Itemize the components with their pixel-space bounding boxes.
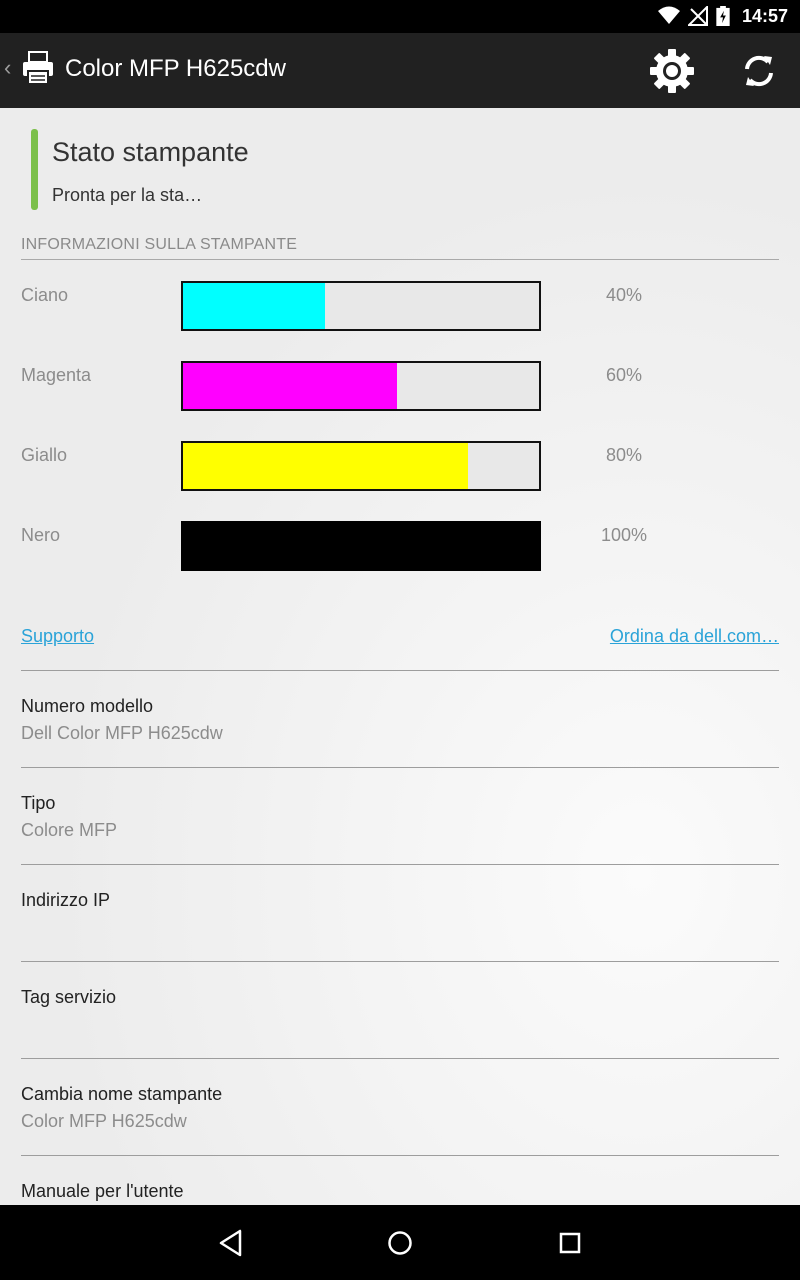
status-title: Stato stampante xyxy=(52,137,249,167)
info-value: Colore MFP xyxy=(21,820,118,840)
app-title: Color MFP H625cdw xyxy=(65,55,286,82)
printer-icon[interactable] xyxy=(22,51,54,85)
info-label: Tipo xyxy=(21,793,56,813)
ip-address-item[interactable]: Indirizzo IP xyxy=(21,890,779,917)
system-nav-bar xyxy=(0,1205,800,1280)
toner-fill-black xyxy=(183,523,539,569)
toner-label: Giallo xyxy=(21,445,68,465)
gear-icon[interactable] xyxy=(646,45,698,97)
status-value: Pronta per la sta… xyxy=(52,185,203,205)
toner-label: Nero xyxy=(21,525,61,545)
toner-percent: 40% xyxy=(605,285,643,305)
up-chevron-icon[interactable]: ‹ xyxy=(4,55,11,81)
order-supplies-link[interactable]: Ordina da dell.com… xyxy=(610,626,779,647)
action-bar: ‹ Color MFP H625cdw xyxy=(0,33,800,108)
model-number-item[interactable]: Numero modello Dell Color MFP H625cdw xyxy=(21,696,779,744)
service-tag-item[interactable]: Tag servizio xyxy=(21,987,779,1014)
divider xyxy=(21,961,779,962)
toner-fill-magenta xyxy=(183,363,397,409)
section-header: INFORMAZIONI SULLA STAMPANTE xyxy=(21,236,779,260)
printer-info-content[interactable]: Stato stampante Pronta per la sta… INFOR… xyxy=(0,108,800,1205)
refresh-icon[interactable] xyxy=(733,45,785,97)
toner-level-bar xyxy=(181,361,541,411)
clock: 14:57 xyxy=(741,6,788,26)
toner-fill-yellow xyxy=(183,443,468,489)
status-accent-bar xyxy=(31,129,38,210)
toner-level-bar xyxy=(181,281,541,331)
toner-percent: 80% xyxy=(605,445,643,465)
support-link[interactable]: Supporto xyxy=(21,626,94,647)
divider xyxy=(21,864,779,865)
info-label: Manuale per l'utente xyxy=(21,1181,184,1201)
toner-row-cyan: Ciano 40% xyxy=(0,281,800,331)
battery-charging-icon xyxy=(716,6,730,26)
rename-printer-item[interactable]: Cambia nome stampante Color MFP H625cdw xyxy=(21,1084,779,1132)
toner-row-black: Nero 100% xyxy=(0,521,800,571)
info-label: Tag servizio xyxy=(21,987,117,1007)
divider xyxy=(21,670,779,671)
no-signal-icon xyxy=(688,6,708,26)
info-label: Numero modello xyxy=(21,696,154,716)
wifi-icon xyxy=(658,6,680,24)
recents-icon[interactable] xyxy=(549,1222,591,1264)
toner-label: Ciano xyxy=(21,285,69,305)
user-manual-item[interactable]: Manuale per l'utente xyxy=(21,1181,779,1205)
toner-fill-cyan xyxy=(183,283,326,329)
toner-level-bar xyxy=(181,441,541,491)
toner-percent: 60% xyxy=(605,365,643,385)
toner-level-bar xyxy=(181,521,541,571)
info-value: Color MFP H625cdw xyxy=(21,1111,187,1131)
info-label: Cambia nome stampante xyxy=(21,1084,223,1104)
toner-percent: 100% xyxy=(600,525,648,545)
type-item[interactable]: Tipo Colore MFP xyxy=(21,793,779,841)
info-label: Indirizzo IP xyxy=(21,890,111,910)
home-icon[interactable] xyxy=(379,1222,421,1264)
toner-row-magenta: Magenta 60% xyxy=(0,361,800,411)
printer-status-card: Stato stampante Pronta per la sta… xyxy=(31,129,531,210)
divider xyxy=(21,767,779,768)
toner-row-yellow: Giallo 80% xyxy=(0,441,800,491)
divider xyxy=(21,1155,779,1156)
toner-label: Magenta xyxy=(21,365,92,385)
back-icon[interactable] xyxy=(209,1222,251,1264)
info-value: Dell Color MFP H625cdw xyxy=(21,723,223,743)
divider xyxy=(21,1058,779,1059)
system-status-bar: 14:57 xyxy=(0,0,800,33)
